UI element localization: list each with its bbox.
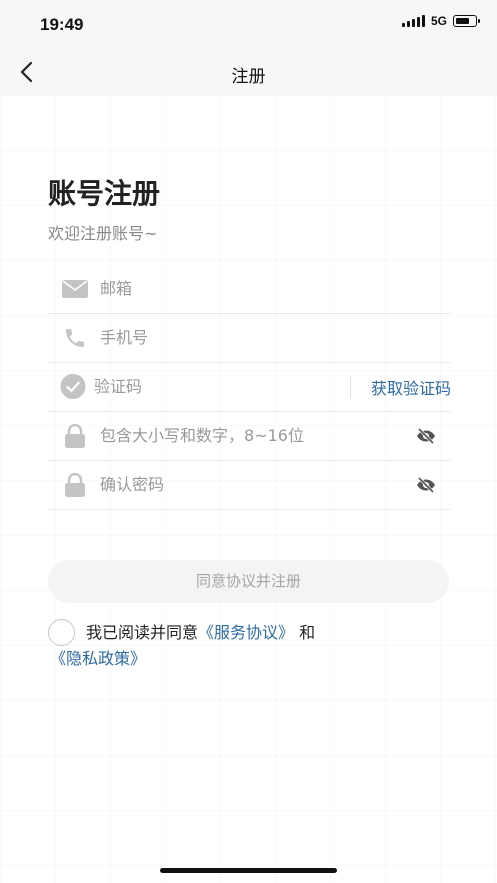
lock-icon	[62, 423, 88, 449]
lock-icon	[62, 472, 88, 498]
agreement-line: 我已阅读并同意《服务协议》 和	[86, 619, 315, 647]
code-divider	[349, 375, 351, 398]
password-row	[48, 411, 451, 461]
password-input[interactable]	[100, 426, 415, 445]
status-bar: 19:49 5G	[0, 0, 497, 50]
register-button[interactable]: 同意协议并注册	[48, 560, 449, 603]
email-input[interactable]	[100, 279, 451, 298]
network-type: 5G	[430, 14, 447, 28]
privacy-policy-link[interactable]: 《隐私政策》	[50, 649, 146, 668]
page-subtitle: 欢迎注册账号~	[48, 224, 158, 243]
get-code-button[interactable]: 获取验证码	[371, 375, 451, 399]
mail-icon	[62, 276, 88, 302]
agreement-checkbox[interactable]	[48, 619, 75, 646]
battery-icon	[453, 15, 480, 27]
confirm-password-row	[48, 460, 451, 510]
service-agreement-link[interactable]: 《服务协议》	[198, 623, 294, 642]
phone-input[interactable]	[100, 328, 451, 347]
signal-icon	[401, 15, 425, 27]
code-input[interactable]	[94, 377, 350, 396]
code-row: 获取验证码	[48, 362, 451, 412]
nav-title: 注册	[231, 67, 266, 87]
confirm-password-input[interactable]	[100, 475, 415, 494]
agreement-prefix: 我已阅读并同意	[86, 623, 199, 642]
agreement-line-2: 《隐私政策》	[50, 645, 146, 673]
email-row	[48, 264, 451, 314]
phone-row	[48, 313, 451, 363]
agreement-conjunction: 和	[299, 623, 316, 642]
phone-icon	[62, 325, 88, 351]
status-time: 19:49	[40, 15, 84, 34]
eye-off-icon[interactable]	[415, 425, 437, 447]
page-title: 账号注册	[48, 177, 161, 210]
navigation-bar: 注册	[0, 50, 497, 95]
eye-off-icon[interactable]	[415, 474, 437, 496]
check-circle-icon	[60, 373, 86, 400]
home-indicator	[160, 868, 337, 873]
status-indicators: 5G	[401, 14, 480, 28]
